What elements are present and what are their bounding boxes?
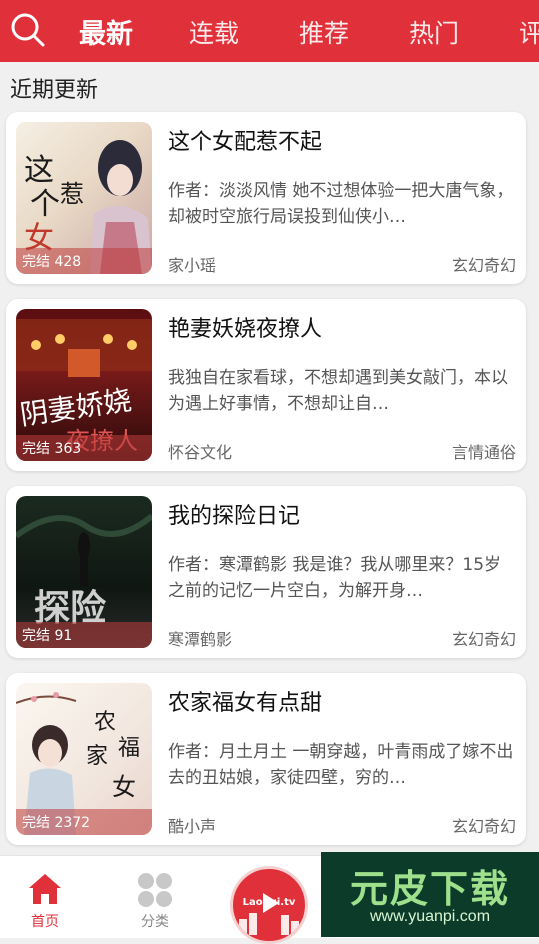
completion-badge: 完结 428 <box>16 248 152 274</box>
nav-home-label: 首页 <box>31 914 59 930</box>
play-button[interactable]: Laohui.tv <box>230 866 308 944</box>
tab-recommended[interactable]: 推荐 <box>299 14 349 50</box>
home-icon <box>29 874 61 904</box>
watermark-logo: 元皮下载 www.yuanpi.com <box>321 852 539 937</box>
category-icon <box>138 873 172 907</box>
svg-text:个: 个 <box>30 187 60 222</box>
tab-latest[interactable]: 最新 <box>79 12 133 51</box>
svg-text:这: 这 <box>24 153 54 188</box>
book-description: 作者：寒潭鹤影 我是谁？我从哪里来？15岁之前的记忆一片空白，为解开身… <box>168 555 502 601</box>
watermark-brand: 元皮下载 <box>349 867 510 911</box>
play-brand-label: Laohui.tv <box>242 897 296 908</box>
book-author: 寒潭鹤影 <box>168 630 233 649</box>
book-cover[interactable]: 农 家 福 女 完结 2372 <box>16 683 152 835</box>
book-cover[interactable]: 阴妻娇娆 夜撩人 完结 363 <box>16 309 152 461</box>
top-nav-bar: 最新 连载 推荐 热门 评 <box>0 0 539 62</box>
book-genre: 玄幻奇幻 <box>451 630 516 649</box>
book-description: 作者：淡淡风情 她不过想体验一把大唐气象，却被时空旅行局误投到仙侠小… <box>168 181 514 227</box>
book-genre: 玄幻奇幻 <box>451 817 516 836</box>
search-icon[interactable] <box>10 12 46 48</box>
book-description: 我独自在家看球，不想却遇到美女敲门，本以为遇上好事情，不想却让自… <box>168 368 508 414</box>
watermark-url: www.yuanpi.com <box>369 908 491 925</box>
tab-popular[interactable]: 热门 <box>409 14 459 50</box>
section-title: 近期更新 <box>10 78 99 103</box>
book-card[interactable]: 农 家 福 女 完结 2372 农家福女有点甜 作者：月土月土 一朝穿越，叶青雨… <box>6 673 526 845</box>
nav-home[interactable]: 首页 <box>5 856 85 938</box>
book-author: 家小瑶 <box>168 256 217 275</box>
book-genre: 玄幻奇幻 <box>451 256 516 275</box>
book-card[interactable]: 探险 完结 91 我的探险日记 作者：寒潭鹤影 我是谁？我从哪里来？15岁之前的… <box>6 486 526 658</box>
book-cover[interactable]: 这 个 女 惹 完结 428 <box>16 122 152 274</box>
book-genre: 言情通俗 <box>451 443 516 462</box>
book-title[interactable]: 我的探险日记 <box>168 498 300 530</box>
book-author: 怀谷文化 <box>168 443 233 462</box>
svg-text:女: 女 <box>112 773 136 801</box>
svg-text:家: 家 <box>86 744 108 769</box>
completion-badge: 完结 91 <box>16 622 152 648</box>
nav-category-label: 分类 <box>141 914 169 930</box>
book-card[interactable]: 这 个 女 惹 完结 428 这个女配惹不起 作者：淡淡风情 她不过想体验一把大… <box>6 112 526 284</box>
book-title[interactable]: 这个女配惹不起 <box>168 124 322 156</box>
svg-text:惹: 惹 <box>60 180 84 208</box>
svg-text:农: 农 <box>94 710 116 735</box>
book-title[interactable]: 艳妻妖娆夜撩人 <box>168 311 322 343</box>
completion-badge: 完结 2372 <box>16 809 152 835</box>
svg-text:阴妻娇娆: 阴妻娇娆 <box>18 383 134 431</box>
completion-badge: 完结 363 <box>16 435 152 461</box>
book-title[interactable]: 农家福女有点甜 <box>168 685 322 717</box>
svg-text:福: 福 <box>118 736 140 761</box>
book-author: 酷小声 <box>168 817 217 836</box>
book-card[interactable]: 阴妻娇娆 夜撩人 完结 363 艳妻妖娆夜撩人 我独自在家看球，不想却遇到美女敲… <box>6 299 526 471</box>
nav-category[interactable]: 分类 <box>115 856 195 938</box>
tab-serializing[interactable]: 连载 <box>189 14 239 50</box>
book-description: 作者：月土月土 一朝穿越，叶青雨成了嫁不出去的丑姑娘，家徒四壁，穷的… <box>168 742 514 788</box>
tab-review[interactable]: 评 <box>519 14 539 50</box>
book-cover[interactable]: 探险 完结 91 <box>16 496 152 648</box>
